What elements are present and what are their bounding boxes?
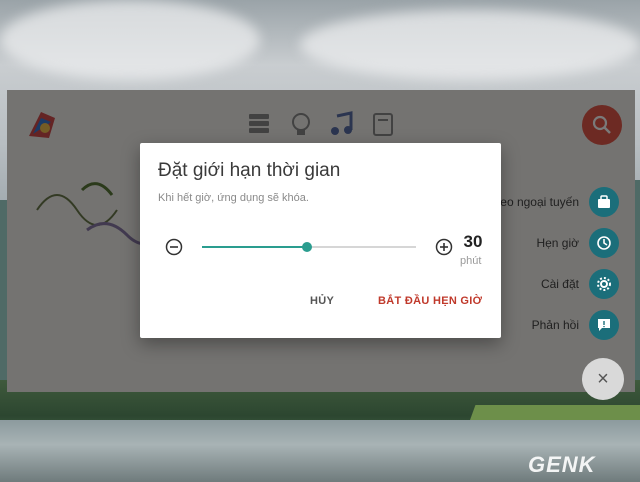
cloud	[300, 10, 640, 80]
feedback-icon[interactable]	[589, 310, 619, 340]
cancel-button[interactable]: HỦY	[310, 295, 334, 307]
fab-label: Hẹn giờ	[536, 236, 579, 250]
fab-item-settings[interactable]: Cài đặt	[541, 269, 619, 299]
briefcase-icon[interactable]	[589, 187, 619, 217]
slider-thumb[interactable]	[301, 242, 312, 252]
clock-icon[interactable]	[589, 228, 619, 258]
fab-label: Cài đặt	[540, 277, 579, 291]
close-fab-button[interactable]: ×	[582, 358, 624, 400]
genk-watermark: GENK	[528, 452, 596, 477]
dialog-subtitle: Khi hết giờ, ứng dụng sẽ khóa.	[158, 192, 309, 204]
dialog-title: Đặt giới hạn thời gian	[158, 160, 341, 181]
close-icon: ×	[597, 367, 609, 390]
time-slider[interactable]	[202, 242, 416, 252]
plus-icon[interactable]	[435, 238, 453, 256]
start-timer-button[interactable]: BẮT ĐẦU HẸN GIỜ	[378, 295, 482, 307]
fab-item-feedback[interactable]: Phản hồi	[532, 310, 619, 340]
fab-item-offline-video[interactable]: Video ngoại tuyến	[483, 187, 619, 217]
gear-icon[interactable]	[589, 269, 619, 299]
slider-value: 30	[463, 232, 483, 251]
minus-icon[interactable]	[165, 238, 183, 256]
cloud	[0, 0, 260, 80]
slider-fill	[202, 246, 307, 248]
slider-unit: phút	[460, 255, 482, 267]
fab-label: Phản hồi	[531, 318, 579, 332]
time-limit-dialog: Đặt giới hạn thời gian Khi hết giờ, ứng …	[140, 143, 501, 338]
fab-item-timer[interactable]: Hẹn giờ	[536, 228, 619, 258]
